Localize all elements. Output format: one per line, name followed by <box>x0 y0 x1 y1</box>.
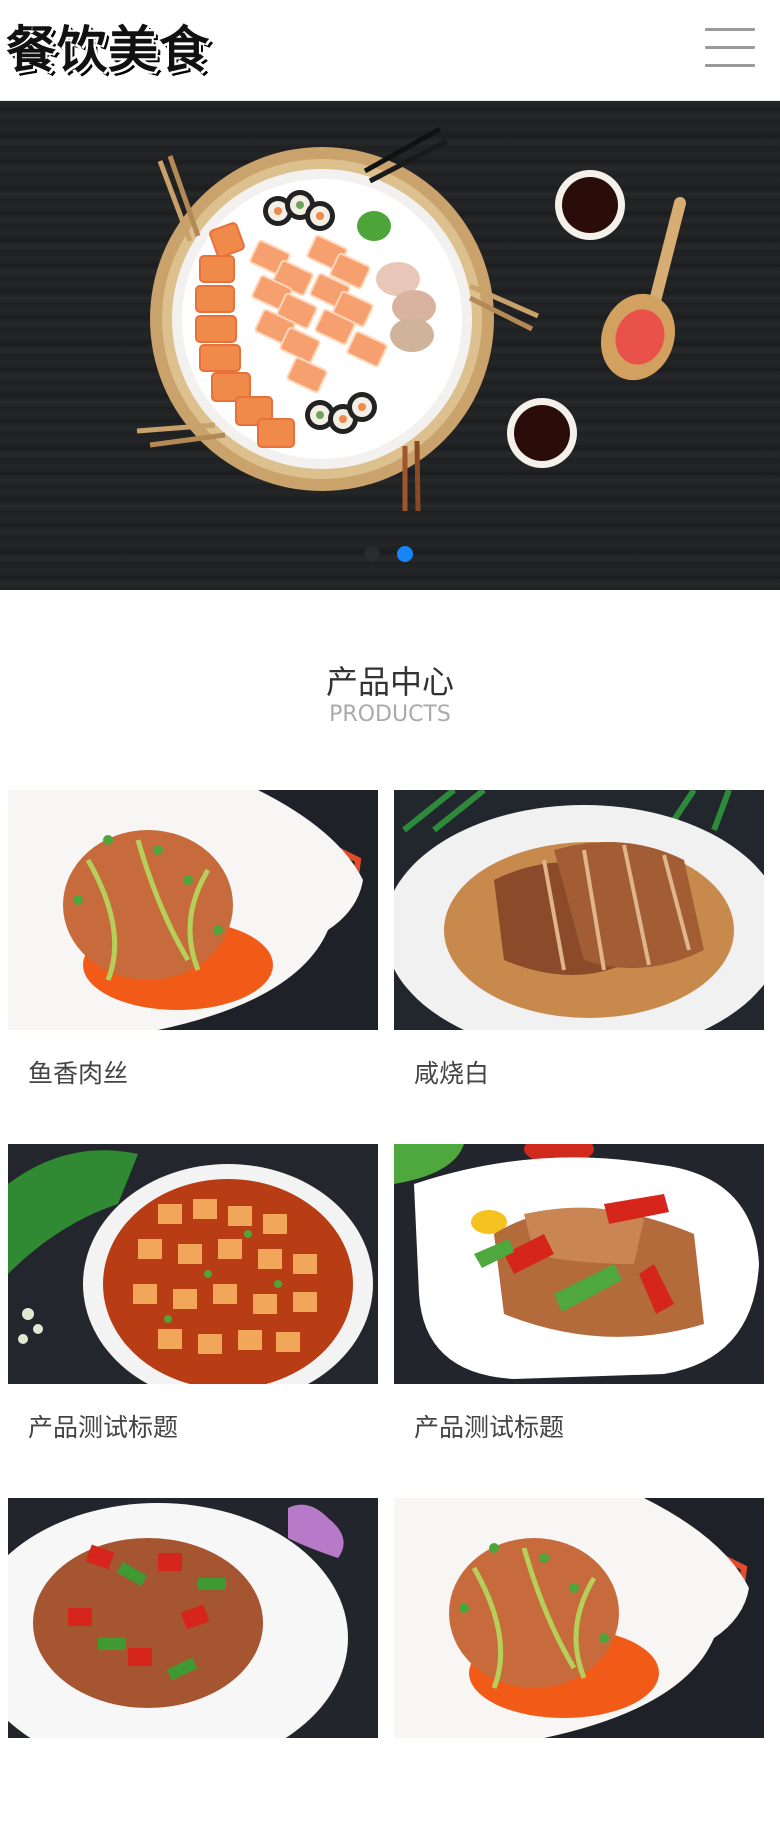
product-name[interactable]: 鱼香肉丝 <box>28 1058 128 1090</box>
section-title: 产品中心 <box>325 663 454 701</box>
menu-line <box>705 46 755 49</box>
product-image[interactable] <box>394 1498 764 1738</box>
banner-slide[interactable] <box>0 101 780 590</box>
menu-line <box>705 28 755 31</box>
hamburger-menu-icon[interactable] <box>705 28 755 70</box>
product-card[interactable]: 咸烧白 <box>394 790 764 1130</box>
banner-image <box>136 126 686 512</box>
section-subtitle: PRODUCTS <box>329 702 451 727</box>
product-image[interactable] <box>8 1498 378 1738</box>
product-name[interactable]: 产品测试标题 <box>28 1412 178 1444</box>
product-name[interactable]: 咸烧白 <box>414 1058 489 1090</box>
site-logo[interactable]: 餐饮美食 <box>6 20 210 80</box>
product-card[interactable]: 鱼香肉丝 <box>8 790 378 1130</box>
product-card[interactable] <box>8 1498 378 1838</box>
site-header: 餐饮美食 <box>0 0 780 101</box>
product-image[interactable] <box>8 790 378 1030</box>
carousel-dot-2-active[interactable] <box>397 546 413 562</box>
product-image[interactable] <box>8 1144 378 1384</box>
menu-line <box>705 64 755 67</box>
product-card[interactable]: 产品测试标题 <box>394 1144 764 1484</box>
product-name[interactable]: 产品测试标题 <box>414 1412 564 1444</box>
carousel-dot-1[interactable] <box>364 546 380 562</box>
product-card[interactable]: 产品测试标题 <box>8 1144 378 1484</box>
product-image[interactable] <box>394 1144 764 1384</box>
product-card[interactable] <box>394 1498 764 1838</box>
product-image[interactable] <box>394 790 764 1030</box>
